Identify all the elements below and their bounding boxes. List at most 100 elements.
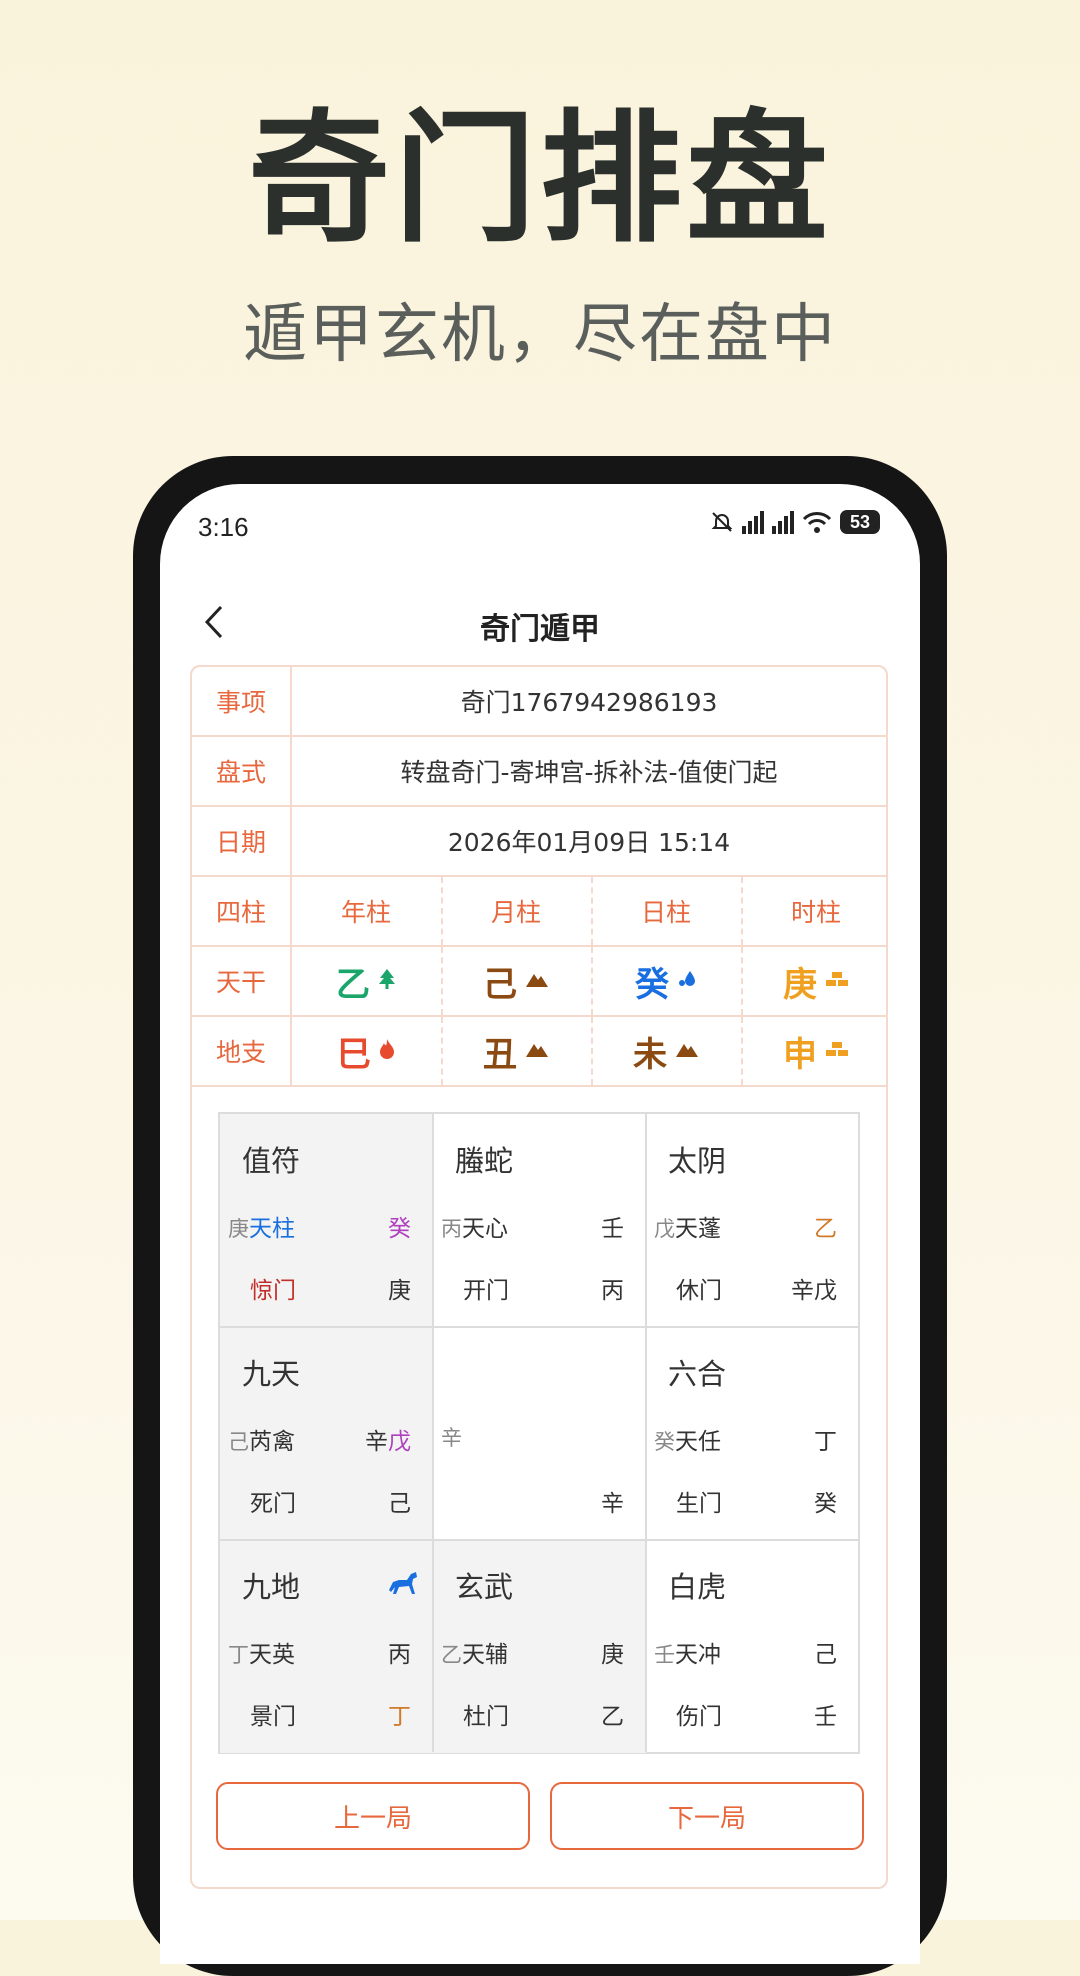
palace-earth-stem: 癸: [654, 1430, 675, 1454]
palace-star: 天任: [675, 1429, 721, 1455]
palace-earth-stem: 庚: [228, 1217, 249, 1241]
palace-door: 开门: [463, 1278, 509, 1304]
pillar-header-month: 月柱: [490, 898, 541, 927]
event-row: 事项 奇门1767942986193: [192, 667, 886, 737]
palace-8[interactable]: 玄武 乙天辅庚杜门乙: [433, 1540, 646, 1753]
grid-line: [220, 1539, 858, 1541]
prev-chart-button[interactable]: 上一局: [216, 1782, 530, 1850]
branch-char: 未: [633, 1034, 667, 1075]
tree-icon: [378, 968, 396, 995]
battery-icon: 53: [840, 510, 880, 534]
nine-palace-grid: 值符 庚天柱癸惊门庚螣蛇 丙天心壬开门丙太阴 戊天蓬乙休门 辛戊 九天 己芮禽 辛戊 死门己辛辛…: [218, 1112, 860, 1754]
hero-subtitle: 遁甲玄机，尽在盘中: [243, 298, 837, 372]
palace-heaven-stem: 辛戊: [365, 1422, 411, 1456]
palace-god: 值符: [242, 1144, 301, 1178]
branch-char: 申: [783, 1034, 817, 1075]
palace-hidden-stem: 丁: [388, 1704, 411, 1730]
pillar-header-year: 年柱: [340, 898, 391, 927]
palace-6[interactable]: 六合 癸天任丁生门癸: [646, 1327, 859, 1540]
event-value: 奇门1767942986193: [460, 688, 718, 717]
palace-hidden-stem: 壬: [814, 1704, 837, 1730]
palace-door: 杜门: [463, 1704, 509, 1730]
chart-card: 事项 奇门1767942986193 盘式 转盘奇门-寄坤宫-拆补法-值使门起 …: [190, 665, 888, 1889]
mountain-icon: [675, 1040, 699, 1063]
event-label: 事项: [192, 667, 292, 735]
palace-star-line: 丙天心: [441, 1209, 508, 1243]
style-label: 盘式: [192, 737, 292, 805]
palace-4[interactable]: 九天 己芮禽 辛戊 死门己: [220, 1327, 433, 1540]
signal-icon-2: [772, 510, 794, 534]
branches-row: 地支 巳 丑 未 申: [192, 1017, 886, 1087]
palace-earth-stem: 壬: [654, 1643, 675, 1667]
status-bar: 3:16 53: [160, 484, 920, 574]
pillars-row: 四柱 年柱 月柱 日柱 时柱: [192, 877, 886, 947]
palace-earth-stem: 戊: [654, 1217, 675, 1241]
branch-cell-day: 未: [592, 1017, 740, 1085]
stems-row: 天干 乙 己 癸 庚: [192, 947, 886, 1017]
palace-hidden-stem: 癸: [814, 1491, 837, 1517]
palace-star-line: 己芮禽: [228, 1422, 295, 1456]
palace-1[interactable]: 值符 庚天柱癸惊门庚: [220, 1114, 433, 1327]
branches-label: 地支: [192, 1017, 292, 1085]
hero-title: 奇门排盘: [248, 97, 832, 262]
next-chart-button[interactable]: 下一局: [550, 1782, 864, 1850]
stem-cell-hour: 庚: [742, 947, 890, 1015]
gold-icon: [825, 970, 849, 993]
palace-star: 天心: [462, 1216, 508, 1242]
palace-heaven-stem: 壬: [601, 1216, 624, 1242]
signal-icon: [742, 510, 764, 534]
palace-star-line: 庚天柱: [228, 1209, 295, 1243]
style-row: 盘式 转盘奇门-寄坤宫-拆补法-值使门起: [192, 737, 886, 807]
palace-hidden-stem: 庚: [388, 1278, 411, 1304]
palace-god: 六合: [668, 1357, 727, 1391]
palace-door: 休门: [676, 1278, 722, 1304]
palace-earth-stem: 丁: [228, 1643, 249, 1667]
palace-earth-stem: 己: [228, 1430, 249, 1454]
gold-icon: [825, 1040, 849, 1063]
palace-star: 天英: [249, 1642, 295, 1668]
horse-icon: [385, 1568, 419, 1598]
palace-3[interactable]: 太阴 戊天蓬 乙休门 辛戊: [646, 1114, 859, 1327]
palace-heaven-stem-b: 戊: [388, 1429, 411, 1455]
stem-char: 庚: [783, 964, 817, 1005]
stem-char: 己: [483, 964, 517, 1005]
palace-7[interactable]: 九地 丁天英丙景门丁: [220, 1540, 433, 1753]
stem-char: 乙: [336, 964, 370, 1005]
wifi-icon: [802, 512, 832, 533]
status-time: 3:16: [198, 512, 249, 542]
mute-bell-icon: [711, 512, 733, 532]
status-icons: 53: [710, 510, 880, 534]
palace-heaven-stem: 己: [814, 1642, 837, 1668]
palace-heaven-stem-a: 辛: [365, 1429, 388, 1455]
date-value: 2026年01月09日 15:14: [447, 828, 731, 857]
palace-hidden-stem: 乙: [601, 1704, 624, 1730]
palace-star-line: 戊天蓬: [654, 1209, 721, 1243]
palace-god: 螣蛇: [455, 1144, 514, 1178]
palace-star-line: 辛: [441, 1422, 462, 1452]
palace-heaven-stem: 乙: [814, 1216, 837, 1242]
date-label: 日期: [192, 807, 292, 875]
palace-star: 天辅: [462, 1642, 508, 1668]
grid-line: [220, 1326, 858, 1328]
palace-2[interactable]: 螣蛇 丙天心壬开门丙: [433, 1114, 646, 1327]
pillar-header-hour: 时柱: [790, 898, 841, 927]
palace-5[interactable]: 辛辛: [433, 1327, 646, 1540]
branch-char: 巳: [337, 1034, 371, 1075]
page-title: 奇门遁甲: [480, 612, 600, 647]
stem-cell-month: 己: [442, 947, 590, 1015]
grid-line: [645, 1114, 647, 1752]
mountain-icon: [525, 1040, 549, 1063]
branch-cell-year: 巳: [292, 1017, 440, 1085]
palace-star-line: 丁天英: [228, 1635, 295, 1669]
stem-cell-year: 乙: [292, 947, 440, 1015]
palace-heaven-stem: 丁: [814, 1429, 837, 1455]
palace-god: 白虎: [668, 1570, 727, 1604]
palace-door: 死门: [250, 1491, 296, 1517]
branch-cell-month: 丑: [442, 1017, 590, 1085]
stems-label: 天干: [192, 947, 292, 1015]
branch-char: 丑: [483, 1034, 517, 1075]
palace-hidden-stem: 辛戊: [791, 1278, 837, 1304]
palace-9[interactable]: 白虎 壬天冲己伤门壬: [646, 1540, 859, 1753]
grid-line: [432, 1114, 434, 1752]
nav-bar: 奇门遁甲: [160, 574, 920, 674]
